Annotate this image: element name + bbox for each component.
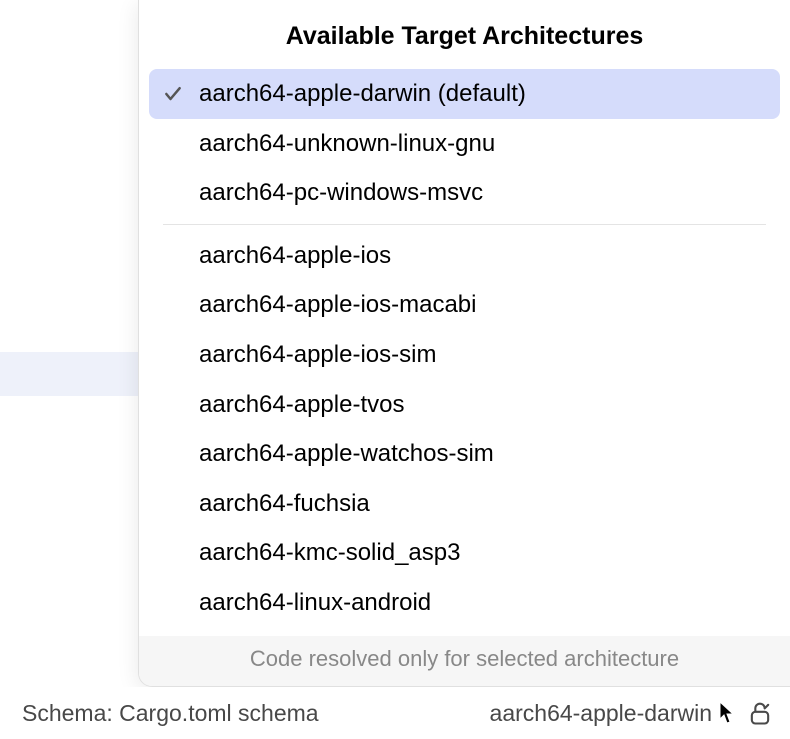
target-list-item-label: aarch64-apple-ios-sim bbox=[199, 338, 766, 372]
target-list-item-label: aarch64-apple-watchos-sim bbox=[199, 437, 766, 471]
target-list-item-label: aarch64-unknown-linux-gnu bbox=[199, 127, 766, 161]
target-list-item[interactable]: aarch64-pc-windows-msvc bbox=[149, 168, 780, 218]
target-indicator[interactable]: aarch64-apple-darwin bbox=[490, 700, 712, 727]
target-list: aarch64-apple-darwin (default) aarch64-un… bbox=[139, 69, 790, 636]
target-list-item[interactable]: aarch64-apple-ios-macabi bbox=[149, 280, 780, 330]
target-list-item-label: aarch64-apple-tvos bbox=[199, 388, 766, 422]
target-list-item[interactable]: aarch64-apple-tvos bbox=[149, 380, 780, 430]
target-architecture-popup: Available Target Architectures aarch64-a… bbox=[138, 0, 790, 687]
popup-footer-hint: Code resolved only for selected architec… bbox=[139, 636, 790, 686]
target-list-item-label: aarch64-kmc-solid_asp3 bbox=[199, 536, 766, 570]
target-list-item[interactable]: aarch64-apple-ios bbox=[149, 231, 780, 281]
status-bar: Schema: Cargo.toml schema aarch64-apple-… bbox=[0, 687, 790, 739]
popup-title: Available Target Architectures bbox=[139, 0, 790, 69]
target-list-item-label: aarch64-apple-ios bbox=[199, 239, 766, 273]
target-list-item-label: aarch64-apple-darwin (default) bbox=[199, 77, 766, 111]
editor-selection-strip bbox=[0, 352, 138, 396]
schema-indicator[interactable]: Schema: Cargo.toml schema bbox=[22, 700, 319, 727]
list-divider bbox=[163, 224, 766, 225]
target-list-item-label: aarch64-linux-android bbox=[199, 586, 766, 620]
target-list-item[interactable]: aarch64-fuchsia bbox=[149, 479, 780, 529]
target-list-item[interactable]: aarch64-apple-ios-sim bbox=[149, 330, 780, 380]
target-list-item[interactable]: aarch64-apple-watchos-sim bbox=[149, 429, 780, 479]
check-icon bbox=[163, 84, 199, 104]
target-list-item[interactable]: aarch64-linux-android bbox=[149, 578, 780, 628]
target-list-item-label: aarch64-pc-windows-msvc bbox=[199, 176, 766, 210]
target-list-item[interactable]: aarch64-unknown-linux-gnu bbox=[149, 119, 780, 169]
target-list-item[interactable]: aarch64-kmc-solid_asp3 bbox=[149, 528, 780, 578]
target-list-item-label: aarch64-fuchsia bbox=[199, 487, 766, 521]
cursor-icon bbox=[718, 701, 736, 725]
target-list-item-label: aarch64-apple-ios-macabi bbox=[199, 288, 766, 322]
unlock-icon[interactable] bbox=[746, 699, 774, 727]
target-list-item[interactable]: aarch64-apple-darwin (default) bbox=[149, 69, 780, 119]
